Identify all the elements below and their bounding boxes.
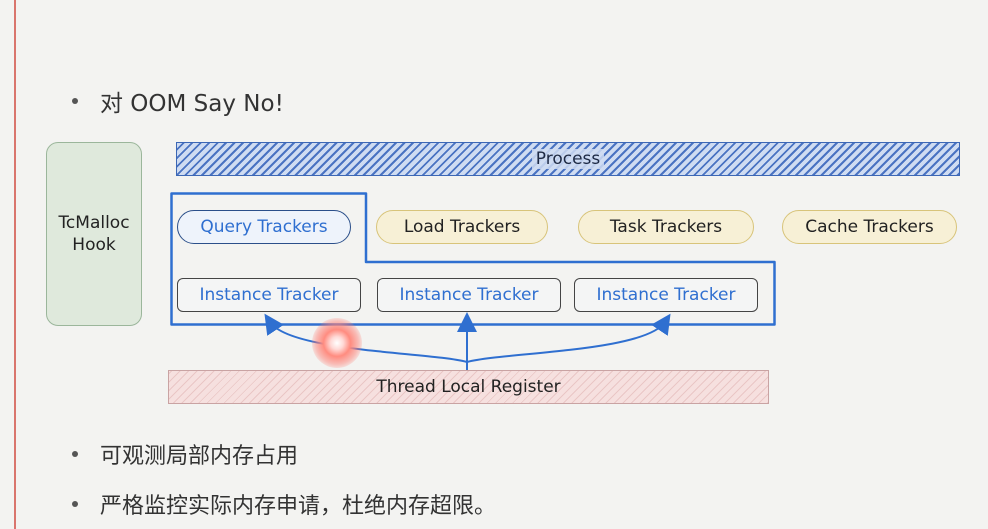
bullet-dot [72, 501, 78, 507]
process-bar: Process [176, 142, 960, 176]
margin-line [14, 0, 16, 529]
bullet-title-text: 对 OOM Say No! [100, 91, 284, 117]
pointer-highlight [312, 318, 362, 368]
bullet-dot [72, 98, 78, 104]
bullet-point-1: 可观测局部内存占用 [72, 438, 298, 470]
instance-tracker-3: Instance Tracker [574, 278, 758, 312]
tcmalloc-hook-box: TcMalloc Hook [46, 142, 142, 326]
bullet-point-2-text: 严格监控实际内存申请，杜绝内存超限。 [100, 494, 497, 519]
bullet-point-1-text: 可观测局部内存占用 [100, 444, 299, 469]
instance-tracker-1: Instance Tracker [177, 278, 361, 312]
instance-tracker-2: Instance Tracker [377, 278, 561, 312]
cache-trackers-pill: Cache Trackers [782, 210, 957, 244]
bullet-point-2: 严格监控实际内存申请，杜绝内存超限。 [72, 488, 496, 520]
task-trackers-pill: Task Trackers [578, 210, 754, 244]
bullet-dot [72, 451, 78, 457]
thread-local-register-bar: Thread Local Register [168, 370, 769, 404]
process-label: Process [531, 149, 605, 169]
bullet-title: 对 OOM Say No! [72, 84, 284, 118]
query-trackers-pill: Query Trackers [177, 210, 351, 244]
load-trackers-pill: Load Trackers [376, 210, 548, 244]
register-label: Thread Local Register [376, 377, 561, 397]
